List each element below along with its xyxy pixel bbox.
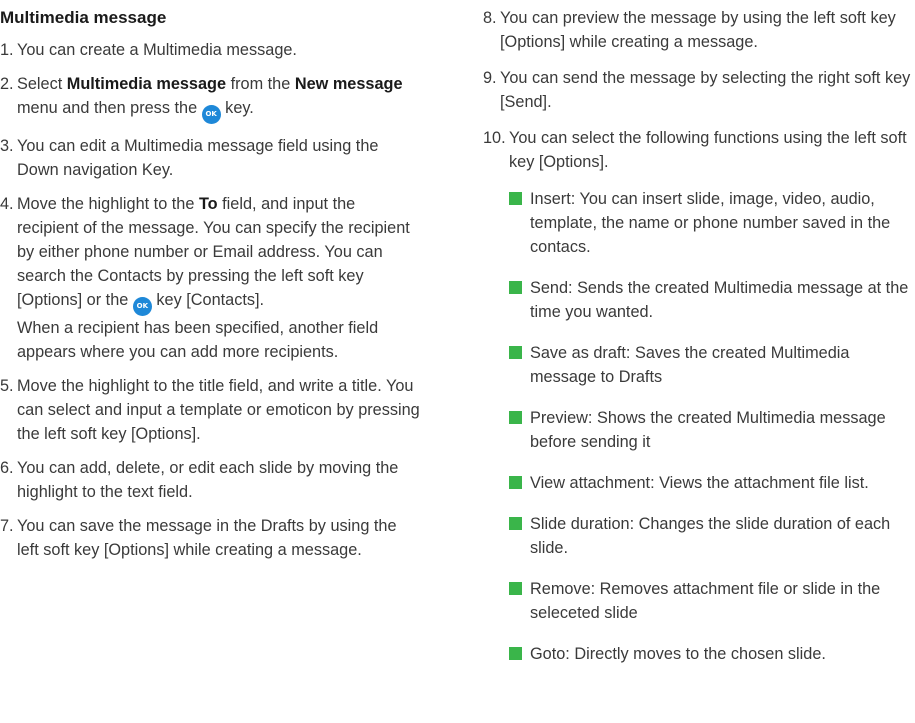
step-3: 3. You can edit a Multimedia message fie…: [0, 134, 420, 182]
step-number: 7.: [0, 517, 14, 535]
step-text: Move the highlight to the title field, a…: [17, 377, 420, 443]
step-9: 9. You can send the message by selecting…: [483, 66, 915, 114]
list-item: Goto: Directly moves to the chosen slide…: [509, 642, 915, 666]
step-number: 9.: [483, 69, 497, 87]
step-number: 10.: [483, 129, 506, 147]
step-text: key.: [220, 99, 254, 117]
green-square-bullet-icon: [509, 281, 522, 294]
step-number: 2.: [0, 75, 14, 93]
green-square-bullet-icon: [509, 476, 522, 489]
left-column: Multimedia message 1. You can create a M…: [0, 0, 420, 572]
step-text: When a recipient has been specified, ano…: [17, 319, 379, 361]
step-6: 6. You can add, delete, or edit each sli…: [0, 456, 420, 504]
list-item: Remove: Removes attachment file or slide…: [509, 577, 915, 625]
green-square-bullet-icon: [509, 647, 522, 660]
green-square-bullet-icon: [509, 411, 522, 424]
step-text: You can send the message by selecting th…: [500, 69, 911, 111]
step-number: 6.: [0, 459, 14, 477]
step-text: You can preview the message by using the…: [500, 9, 896, 51]
list-item-text: Send: Sends the created Multimedia messa…: [530, 279, 909, 321]
step-number: 8.: [483, 9, 497, 27]
list-item-text: Insert: You can insert slide, image, vid…: [530, 190, 891, 256]
step-1: 1. You can create a Multimedia message.: [0, 38, 420, 62]
step-number: 3.: [0, 137, 14, 155]
field-name-to: To: [198, 195, 218, 213]
menu-name-new-message: New message: [294, 75, 403, 93]
menu-name-multimedia-message: Multimedia message: [66, 75, 227, 93]
step-7: 7. You can save the message in the Draft…: [0, 514, 420, 562]
step-text: menu and then press the: [17, 99, 202, 117]
step-text: You can edit a Multimedia message field …: [17, 137, 379, 179]
step-number: 1.: [0, 41, 14, 59]
list-item: Save as draft: Saves the created Multime…: [509, 341, 915, 389]
step-text: Move the highlight to the: [17, 195, 199, 213]
ok-key-icon: OK: [201, 105, 221, 124]
step-text: Select: [17, 75, 67, 93]
function-list: Insert: You can insert slide, image, vid…: [509, 187, 915, 666]
green-square-bullet-icon: [509, 582, 522, 595]
step-10: 10. You can select the following functio…: [483, 126, 915, 174]
step-text: You can select the following functions u…: [509, 129, 907, 171]
step-text: key [Contacts].: [151, 291, 265, 309]
step-number: 4.: [0, 195, 14, 213]
step-5: 5. Move the highlight to the title field…: [0, 374, 420, 446]
step-text: You can add, delete, or edit each slide …: [17, 459, 399, 501]
green-square-bullet-icon: [509, 517, 522, 530]
green-square-bullet-icon: [509, 192, 522, 205]
list-item: Insert: You can insert slide, image, vid…: [509, 187, 915, 259]
list-item-text: Preview: Shows the created Multimedia me…: [530, 409, 886, 451]
list-item: Slide duration: Changes the slide durati…: [509, 512, 915, 560]
list-item: Send: Sends the created Multimedia messa…: [509, 276, 915, 324]
step-8: 8. You can preview the message by using …: [483, 6, 915, 54]
list-item: Preview: Shows the created Multimedia me…: [509, 406, 915, 454]
green-square-bullet-icon: [509, 346, 522, 359]
list-item: View attachment: Views the attachment fi…: [509, 471, 915, 495]
list-item-text: Save as draft: Saves the created Multime…: [530, 344, 850, 386]
list-item-text: Remove: Removes attachment file or slide…: [530, 580, 881, 622]
ok-key-icon: OK: [132, 297, 152, 316]
step-text: You can save the message in the Drafts b…: [17, 517, 397, 559]
step-text: from the: [226, 75, 295, 93]
step-text: You can create a Multimedia message.: [17, 41, 297, 59]
right-column: 8. You can preview the message by using …: [483, 0, 915, 683]
list-item-text: Slide duration: Changes the slide durati…: [530, 515, 891, 557]
list-item-text: View attachment: Views the attachment fi…: [530, 474, 869, 492]
list-item-text: Goto: Directly moves to the chosen slide…: [530, 645, 826, 663]
step-number: 5.: [0, 377, 14, 395]
step-2: 2. Select Multimedia message from the Ne…: [0, 72, 420, 124]
section-title: Multimedia message: [0, 8, 167, 27]
step-4: 4. Move the highlight to the To field, a…: [0, 192, 420, 364]
